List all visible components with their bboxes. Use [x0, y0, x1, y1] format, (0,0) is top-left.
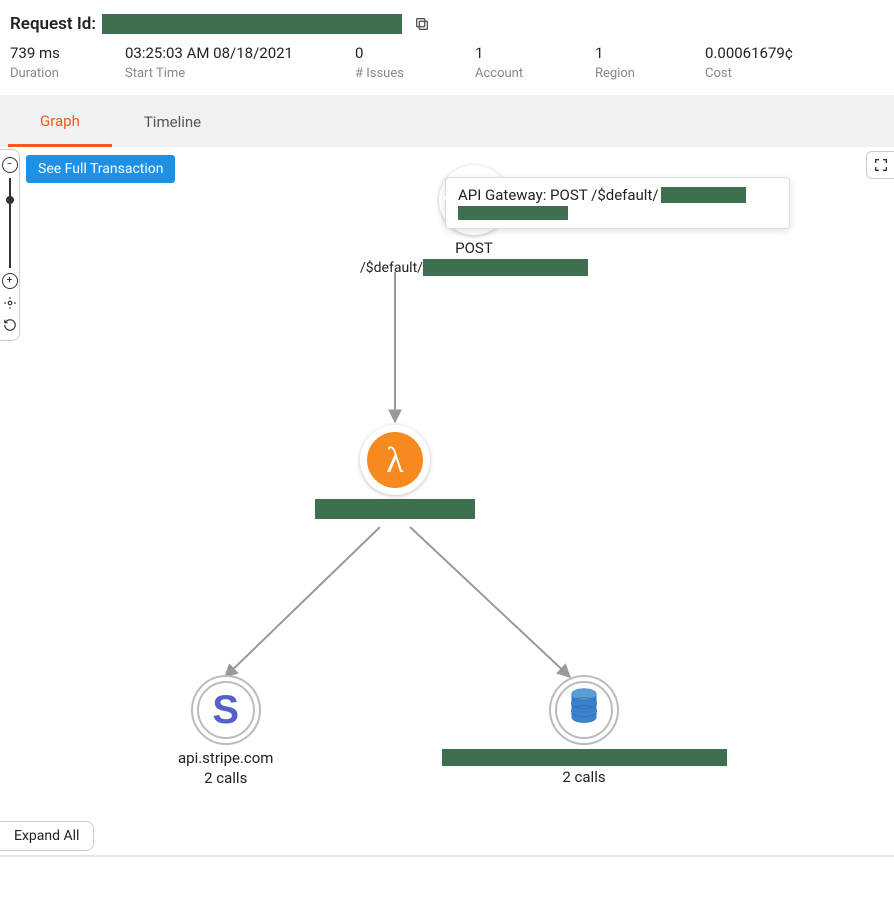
fullscreen-icon[interactable]: [866, 151, 894, 179]
start-time-label: Start Time: [125, 66, 355, 81]
zoom-in-icon[interactable]: +: [2, 273, 18, 289]
stat-duration: 739 ms Duration: [10, 44, 125, 81]
see-full-transaction-button[interactable]: See Full Transaction: [26, 155, 175, 183]
zoom-out-icon[interactable]: −: [2, 157, 18, 173]
zoom-slider[interactable]: [9, 178, 11, 268]
stat-cost: 0.00061679¢ Cost: [705, 44, 884, 81]
node-lambda[interactable]: λ: [360, 425, 430, 519]
stripe-calls: 2 calls: [204, 769, 247, 787]
stripe-icon: S: [191, 675, 261, 745]
refresh-icon[interactable]: [2, 317, 18, 333]
tabs-bar: Graph Timeline: [0, 95, 894, 147]
account-label: Account: [475, 66, 595, 81]
duration-label: Duration: [10, 66, 125, 81]
node-lambda-label: [360, 499, 430, 519]
stat-region: 1 Region: [595, 44, 705, 81]
expand-all-button[interactable]: Expand All: [0, 821, 94, 851]
stripe-host: api.stripe.com: [178, 749, 273, 767]
graph-canvas[interactable]: − + See Full Transaction: [0, 147, 894, 857]
stat-start-time: 03:25:03 AM 08/18/2021 Start Time: [125, 44, 355, 81]
stat-issues: 0 # Issues: [355, 44, 475, 81]
zoom-control: − +: [0, 149, 20, 341]
lambda-name-redacted: [315, 499, 475, 519]
dynamodb-icon: [549, 675, 619, 745]
copy-icon[interactable]: [414, 16, 430, 32]
issues-label: # Issues: [355, 66, 475, 81]
stats-row: 739 ms Duration 03:25:03 AM 08/18/2021 S…: [0, 40, 894, 95]
start-time-value: 03:25:03 AM 08/18/2021: [125, 44, 355, 62]
tooltip-redacted-2: [458, 206, 568, 220]
locate-icon[interactable]: [2, 295, 18, 311]
tab-timeline[interactable]: Timeline: [112, 97, 233, 145]
node-stripe-label: api.stripe.com 2 calls: [178, 749, 273, 787]
tab-graph[interactable]: Graph: [8, 96, 112, 147]
region-label: Region: [595, 66, 705, 81]
apigw-path-redacted: [423, 259, 588, 276]
region-value: 1: [595, 44, 705, 62]
node-stripe[interactable]: S api.stripe.com 2 calls: [178, 675, 273, 787]
request-id-value-redacted: [102, 14, 402, 34]
node-tooltip: API Gateway: POST /$default/: [445, 177, 790, 229]
account-value: 1: [475, 44, 595, 62]
canvas-bottom-border: [0, 855, 894, 857]
lambda-icon: λ: [360, 425, 430, 495]
tooltip-redacted-1: [661, 187, 746, 203]
cost-value: 0.00061679¢: [705, 44, 884, 62]
apigw-path-prefix: /$default/: [360, 260, 423, 276]
request-id-row: Request Id:: [0, 0, 894, 40]
stat-account: 1 Account: [475, 44, 595, 81]
request-id-label: Request Id:: [10, 14, 96, 34]
ddb-calls: 2 calls: [562, 768, 605, 786]
node-dynamodb-label: 2 calls: [442, 749, 727, 786]
issues-value: 0: [355, 44, 475, 62]
apigw-method: POST: [455, 239, 493, 257]
tooltip-prefix: API Gateway: POST /$default/: [458, 186, 659, 204]
ddb-name-redacted: [442, 749, 727, 766]
node-api-gateway-label: POST /$default/: [360, 239, 588, 276]
node-dynamodb[interactable]: 2 calls: [549, 675, 619, 786]
cost-label: Cost: [705, 66, 884, 81]
duration-value: 739 ms: [10, 44, 125, 62]
